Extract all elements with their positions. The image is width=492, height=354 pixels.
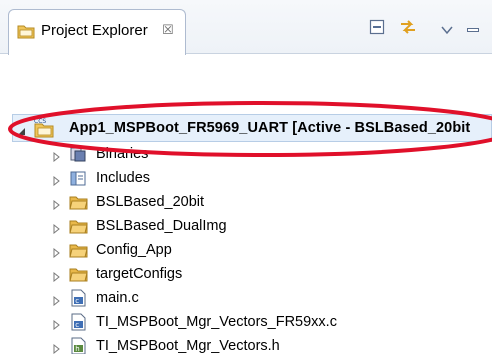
c-file-icon: c <box>69 313 88 331</box>
svg-text:h: h <box>75 345 79 353</box>
tree-item-label: Includes <box>96 170 151 186</box>
collapsed-triangle-icon[interactable] <box>52 293 62 307</box>
view-tab-bar: Project Explorer ☒ <box>0 0 492 55</box>
tree-item-includes[interactable]: Includes <box>0 166 492 190</box>
link-with-editor-icon[interactable] <box>398 18 418 36</box>
tree-item-label: BSLBased_20bit <box>96 194 205 210</box>
ccs-badge: CCS <box>34 118 46 125</box>
collapsed-triangle-icon[interactable] <box>52 197 62 211</box>
project-root-row[interactable]: CCS App1_MSPBoot_FR5969_UART [Active - B… <box>12 114 492 142</box>
tree-item-vectors-h[interactable]: h TI_MSPBoot_Mgr_Vectors.h <box>0 334 492 354</box>
collapsed-triangle-icon[interactable] <box>52 149 62 163</box>
tree-item-targetconfigs[interactable]: targetConfigs <box>0 262 492 286</box>
collapsed-triangle-icon[interactable] <box>52 173 62 187</box>
tree-item-main-c[interactable]: c main.c <box>0 286 492 310</box>
collapsed-triangle-icon[interactable] <box>52 245 62 259</box>
tree-item-config-app[interactable]: Config_App <box>0 238 492 262</box>
tree-item-label: targetConfigs <box>96 266 183 282</box>
view-menu-chevron-icon[interactable] <box>440 22 454 35</box>
close-icon[interactable]: ☒ <box>162 22 174 38</box>
collapsed-triangle-icon[interactable] <box>52 269 62 283</box>
tree-item-label: main.c <box>96 290 139 306</box>
view-title: Project Explorer <box>41 22 148 39</box>
tree-item-vectors-fr59xx-c[interactable]: c TI_MSPBoot_Mgr_Vectors_FR59xx.c <box>0 310 492 334</box>
collapsed-triangle-icon[interactable] <box>52 341 62 354</box>
h-file-icon: h <box>69 337 88 354</box>
binaries-icon <box>69 145 88 163</box>
includes-icon <box>69 169 88 187</box>
tree-item-label: TI_MSPBoot_Mgr_Vectors_FR59xx.c <box>96 314 337 330</box>
folder-icon <box>69 217 88 235</box>
tree-item-label: Binaries <box>96 146 149 162</box>
collapsed-triangle-icon[interactable] <box>52 221 62 235</box>
tab-project-explorer[interactable]: Project Explorer ☒ <box>8 9 186 55</box>
ccs-project-icon: CCS <box>33 117 55 139</box>
minimize-icon[interactable] <box>466 22 480 32</box>
collapse-all-icon[interactable] <box>368 18 386 36</box>
tree-item-label: Config_App <box>96 242 172 258</box>
tree-item-bslbased-dualimg[interactable]: BSLBased_DualImg <box>0 214 492 238</box>
folder-icon <box>69 193 88 211</box>
svg-text:c: c <box>75 321 79 329</box>
expanded-triangle-icon[interactable] <box>17 124 27 135</box>
tree-item-binaries[interactable]: Binaries <box>0 142 492 166</box>
tree-item-label: BSLBased_DualImg <box>96 218 227 234</box>
project-label: App1_MSPBoot_FR5969_UART [Active - BSLBa… <box>69 120 471 136</box>
c-file-icon: c <box>69 289 88 307</box>
collapsed-triangle-icon[interactable] <box>52 317 62 331</box>
svg-text:c: c <box>75 297 79 305</box>
folder-icon <box>69 241 88 259</box>
tree-item-bslbased-20bit[interactable]: BSLBased_20bit <box>0 190 492 214</box>
folder-icon <box>69 265 88 283</box>
project-tree: CCS App1_MSPBoot_FR5969_UART [Active - B… <box>0 56 492 354</box>
tree-item-label: TI_MSPBoot_Mgr_Vectors.h <box>96 338 280 354</box>
project-explorer-icon <box>17 23 35 39</box>
